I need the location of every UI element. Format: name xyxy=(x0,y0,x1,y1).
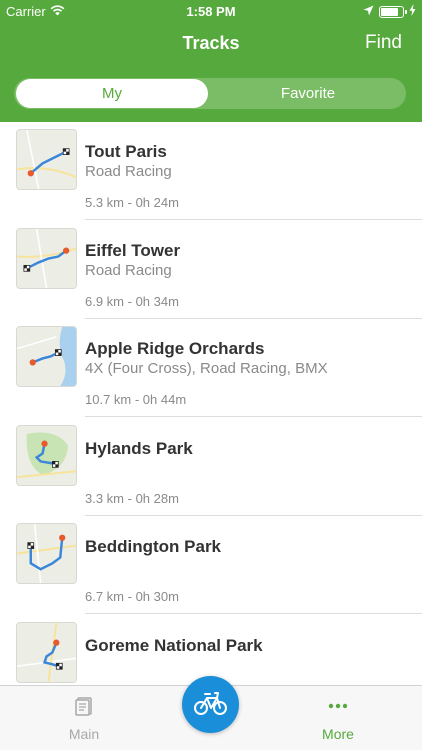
find-button[interactable]: Find xyxy=(365,32,402,54)
track-map-thumbnail xyxy=(16,227,77,289)
track-title: Beddington Park xyxy=(85,537,222,556)
track-subtitle: 4X (Four Cross), Road Racing, BMX xyxy=(85,360,328,377)
track-row-beddington-park[interactable]: Beddington Park 6.7 km - 0h 30m xyxy=(0,516,422,615)
track-distance-time: 10.7 km - 0h 44m xyxy=(85,392,187,407)
tab-main-label: Main xyxy=(68,726,100,742)
tracks-list: Tout Paris Road Racing 5.3 km - 0h 24m E… xyxy=(0,122,422,685)
start-ride-button[interactable] xyxy=(182,676,239,733)
app-header: Carrier 1:58 PM Tracks Find My Favorite xyxy=(0,0,422,122)
more-dots-icon xyxy=(328,696,348,716)
track-row-goreme-national-park[interactable]: Goreme National Park xyxy=(0,615,422,686)
track-title: Apple Ridge Orchards xyxy=(85,339,265,358)
tab-more[interactable]: More xyxy=(278,686,398,750)
track-map-thumbnail xyxy=(16,621,77,683)
location-arrow-icon xyxy=(363,4,374,19)
track-title: Tout Paris xyxy=(85,142,167,161)
status-bar: Carrier 1:58 PM xyxy=(0,0,422,22)
segment-favorite[interactable]: Favorite xyxy=(212,79,404,108)
track-distance-time: 5.3 km - 0h 24m xyxy=(85,195,179,210)
page-title: Tracks xyxy=(182,33,240,53)
track-title: Eiffel Tower xyxy=(85,240,181,260)
tab-more-label: More xyxy=(322,726,354,742)
track-distance-time: 6.7 km - 0h 30m xyxy=(85,589,179,604)
track-map-thumbnail xyxy=(16,129,77,190)
track-title: Goreme National Park xyxy=(85,635,263,655)
track-row-eiffel-tower[interactable]: Eiffel Tower Road Racing 6.9 km - 0h 34m xyxy=(0,221,422,320)
charging-bolt-icon xyxy=(409,4,416,19)
track-map-thumbnail xyxy=(16,326,77,387)
tab-main[interactable]: Main xyxy=(24,686,144,750)
bicycle-icon xyxy=(194,692,227,715)
track-title: Hylands Park xyxy=(85,438,193,458)
track-row-apple-ridge-orchards[interactable]: Apple Ridge Orchards 4X (Four Cross), Ro… xyxy=(0,319,422,418)
battery-icon xyxy=(379,5,407,18)
track-distance-time: 3.3 km - 0h 28m xyxy=(85,490,179,506)
track-row-tout-paris[interactable]: Tout Paris Road Racing 5.3 km - 0h 24m xyxy=(0,122,422,221)
book-icon xyxy=(74,696,94,716)
track-subtitle: Road Racing xyxy=(85,261,172,279)
track-row-hylands-park[interactable]: Hylands Park 3.3 km - 0h 28m xyxy=(0,418,422,517)
tracks-segmented-control: My Favorite xyxy=(14,78,406,109)
track-distance-time: 6.9 km - 0h 34m xyxy=(85,293,179,309)
segment-my[interactable]: My xyxy=(16,79,208,108)
track-map-thumbnail xyxy=(16,424,77,486)
battery-fill xyxy=(381,7,398,16)
status-time: 1:58 PM xyxy=(186,4,236,19)
track-map-thumbnail xyxy=(16,523,77,584)
track-subtitle: Road Racing xyxy=(85,163,172,180)
status-right xyxy=(363,4,416,19)
